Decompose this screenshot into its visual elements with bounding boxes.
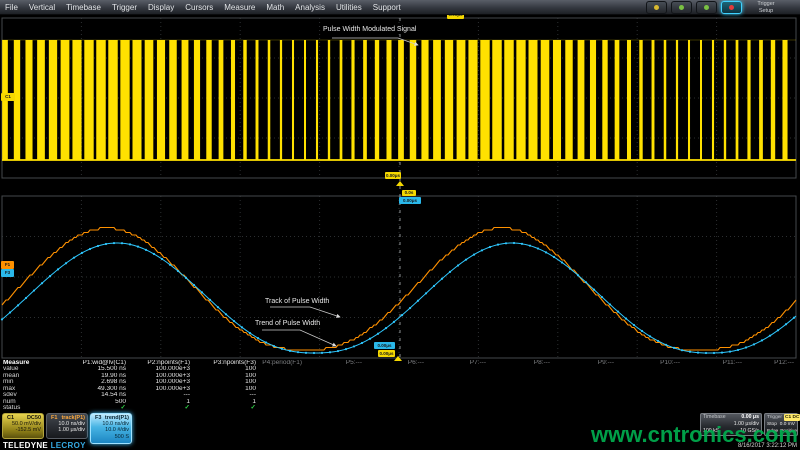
toolbar-icon-3-glyph	[704, 5, 709, 10]
c1-level-chip[interactable]: C1	[1, 93, 15, 101]
toolbar-icon-1[interactable]	[646, 1, 667, 14]
menu-measure[interactable]: Measure	[224, 3, 255, 12]
measure-cell	[428, 405, 490, 411]
toolbar-buttons	[646, 1, 742, 14]
menu-utilities[interactable]: Utilities	[336, 3, 362, 12]
toolbar-icon-2[interactable]	[671, 1, 692, 14]
menu-analysis[interactable]: Analysis	[295, 3, 325, 12]
menu-math[interactable]: Math	[266, 3, 284, 12]
f3-line-3: 500 S	[93, 434, 129, 440]
c1-line-2: -152.5 mV	[5, 427, 41, 433]
toolbar-icon-4[interactable]	[721, 1, 742, 14]
menu-display[interactable]: Display	[148, 3, 174, 12]
annotation-trend: Trend of Pulse Width	[254, 320, 321, 328]
logo-lecroy: LECROY	[51, 441, 86, 450]
measure-cell: ✓	[130, 405, 194, 411]
menu-vertical[interactable]: Vertical	[29, 3, 55, 12]
f1-zero-chip[interactable]: 0.0s	[402, 190, 416, 196]
status-bar: C1DC5050.0 mV/div-152.5 mVF1track(P1)10.…	[0, 412, 800, 450]
annotation-pwm: Pulse Width Modulated Signal	[322, 26, 417, 34]
menu-bar: File Vertical Timebase Trigger Display Cursor…	[0, 0, 800, 15]
timebase-delay: 0.00 μs	[741, 414, 759, 421]
menu-trigger[interactable]: Trigger	[112, 3, 137, 12]
f1-line-2: 1.00 μs/div	[49, 427, 85, 433]
measure-cell: ✓	[194, 405, 260, 411]
measure-cell: ✓	[34, 405, 130, 411]
toolbar-icon-2-glyph	[679, 5, 684, 10]
descriptor-f3[interactable]: F3trend(P1)10.0 ns/div10.0 #/div500 S	[90, 413, 132, 444]
trigger-setup-button[interactable]: Trigger Setup	[746, 0, 786, 14]
timestamp: 8/16/2017 3:22:12 PM	[738, 443, 797, 449]
f3-zero-chip[interactable]: 0.00μs	[399, 197, 421, 204]
f3-level-chip[interactable]: F3	[1, 269, 14, 277]
oscilloscope-screen: File Vertical Timebase Trigger Display Cursor…	[0, 0, 800, 450]
timebase-zero-chip[interactable]: 0.00μs	[385, 172, 401, 179]
trigger-source-badge: C1 DC	[784, 414, 800, 421]
menu-support[interactable]: Support	[373, 3, 401, 12]
logo-teledyne: TELEDYNE	[3, 441, 48, 450]
f1-bottom-chip[interactable]: 0.00μs	[378, 350, 395, 357]
divider-trigger-triangle[interactable]	[396, 181, 404, 186]
menu-cursors[interactable]: Cursors	[185, 3, 213, 12]
f1-level-chip[interactable]: F1	[1, 261, 14, 269]
teledyne-lecroy-logo: TELEDYNE LECROY	[3, 441, 86, 450]
measure-cell	[490, 405, 554, 411]
toolbar-icon-4-glyph	[729, 5, 734, 10]
menu-file[interactable]: File	[5, 3, 18, 12]
measure-row-label-status: status	[0, 405, 34, 411]
measure-cell	[260, 405, 306, 411]
toolbar-icon-1-glyph	[654, 5, 659, 10]
measure-cell	[618, 405, 684, 411]
timebase-label: Timebase	[703, 414, 726, 421]
measure-cell	[306, 405, 366, 411]
measure-cell	[366, 405, 428, 411]
descriptor-c1[interactable]: C1DC5050.0 mV/div-152.5 mV	[2, 413, 44, 439]
measure-cell	[746, 405, 798, 411]
table-trigger-triangle[interactable]	[394, 356, 402, 361]
trigger-label: Trigger	[767, 414, 782, 421]
f3-bottom-chip[interactable]: 0.00μs	[374, 342, 395, 349]
toolbar-icon-3[interactable]	[696, 1, 717, 14]
descriptor-f1[interactable]: F1track(P1)10.0 ns/div1.00 μs/div	[46, 413, 88, 439]
menu-timebase[interactable]: Timebase	[66, 3, 101, 12]
menu-bar-items: File Vertical Timebase Trigger Display Cursor…	[0, 3, 401, 12]
measure-table: MeasureP1:wid@lv(C1)P2:npoints(F1)P3:npo…	[0, 360, 800, 412]
measure-cell	[554, 405, 618, 411]
measure-cell	[684, 405, 746, 411]
trigger-setup-label-2: Setup	[746, 8, 786, 15]
annotation-track: Track of Pulse Width	[264, 298, 330, 306]
